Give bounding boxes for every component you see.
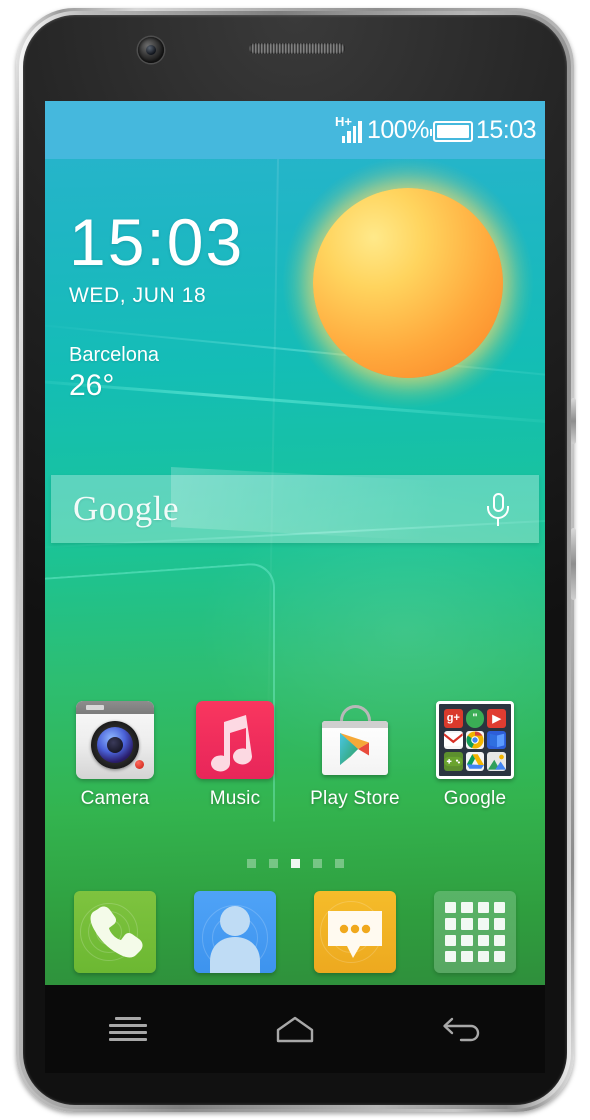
hangouts-icon[interactable]: " [465,709,485,728]
page-dot-2[interactable] [268,859,278,868]
google-folder-icon[interactable]: g+ " ▶ [436,701,514,779]
chrome-icon[interactable] [465,730,485,750]
google-plus-icon[interactable]: g+ [444,709,463,728]
contacts-icon[interactable] [194,891,276,973]
page-dot-3-active[interactable] [290,859,300,868]
phone-handset-glyph [90,906,143,958]
clock-date: WED, JUN 18 [69,284,207,307]
app-label-camera: Camera [80,788,150,809]
home-icon [276,1016,314,1043]
app-label-google: Google [443,788,507,809]
navigation-bar [45,985,545,1073]
app-label-play-store: Play Store [310,788,400,809]
google-search-bar[interactable]: Google [51,475,539,543]
clock-weather-widget[interactable]: 15:03 WED, JUN 18 Barcelona 26° [69,209,244,403]
music-note-icon[interactable] [196,701,274,779]
google-logo-text: Google [73,489,180,528]
app-drawer-icon[interactable] [434,891,516,973]
youtube-icon[interactable]: ▶ [487,709,506,728]
microphone-icon[interactable] [487,493,509,527]
menu-icon [109,1017,148,1041]
play-triangle-glyph [340,733,369,765]
nav-home-button[interactable] [250,999,340,1059]
app-google-folder[interactable]: g+ " ▶ Google [423,701,527,810]
play-books-icon[interactable] [487,730,506,750]
photos-icon[interactable] [487,752,506,771]
battery-percent-label: 100% [366,116,429,144]
volume-button[interactable] [571,528,576,600]
dock [45,891,545,973]
sun-icon [281,156,535,410]
earpiece-speaker-icon [249,43,345,54]
power-button[interactable] [571,398,576,444]
app-label-music: Music [209,788,261,809]
page-indicator[interactable] [45,859,545,868]
front-camera-icon [138,37,164,63]
page-dot-5[interactable] [334,859,344,868]
app-row: Camera Music Play Store g+ " ▶ Google [45,701,545,810]
speech-bubble-glyph [328,911,382,958]
messages-icon[interactable] [314,891,396,973]
status-bar[interactable]: H+ 100% 15:03 [45,101,545,159]
status-bar-clock: 15:03 [475,116,537,144]
music-note-glyph [211,715,253,772]
play-games-icon[interactable] [444,752,463,771]
camera-icon[interactable] [76,701,154,779]
play-store-icon[interactable] [316,701,394,779]
phone-icon[interactable] [74,891,156,973]
clock-time: 15:03 [69,205,245,279]
app-camera[interactable]: Camera [63,701,167,810]
weather-city: Barcelona [69,344,160,366]
person-silhouette-glyph [210,906,260,973]
network-type-label: H+ [334,114,352,129]
signal-strength-icon: H+ [334,114,366,143]
app-play-store[interactable]: Play Store [303,701,407,810]
nav-back-button[interactable] [417,999,507,1059]
back-icon [442,1017,479,1042]
battery-icon [429,121,473,142]
status-bar-right-group: H+ 100% 15:03 [334,114,537,144]
weather-temperature: 26° [69,369,115,402]
page-dot-4[interactable] [312,859,322,868]
phone-screen: H+ 100% 15:03 15:03 WED, JUN 18 Barcelon… [45,101,545,985]
page-dot-1[interactable] [246,859,256,868]
app-music[interactable]: Music [183,701,287,810]
phone-device: H+ 100% 15:03 15:03 WED, JUN 18 Barcelon… [16,8,576,1112]
nav-menu-button[interactable] [83,999,173,1059]
drive-icon[interactable] [465,752,485,771]
gmail-icon[interactable] [444,730,463,750]
